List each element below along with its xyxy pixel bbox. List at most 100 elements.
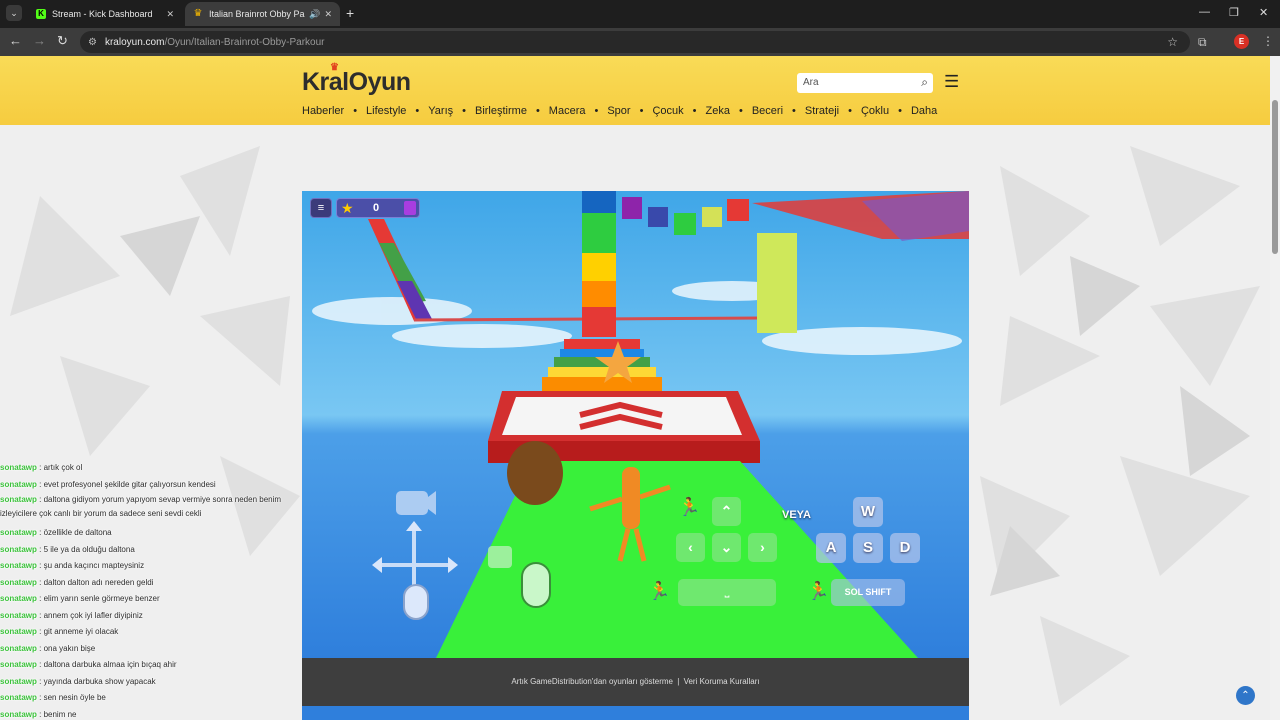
- chat-message: sonatawp : artık çok ol: [0, 460, 330, 477]
- nav-item[interactable]: Çocuk: [652, 105, 683, 117]
- gamedistribution-link[interactable]: Artık GameDistribution'dan oyunları göst…: [511, 677, 673, 686]
- sprint-icon: 🏃: [807, 581, 830, 601]
- chat-text: : benim ne: [39, 709, 77, 719]
- nav-separator: •: [535, 105, 540, 117]
- bookmark-star-icon[interactable]: ☆: [1167, 35, 1178, 49]
- minimize-icon[interactable]: —: [1199, 6, 1210, 18]
- close-icon[interactable]: ✕: [324, 9, 332, 20]
- nav-separator: •: [415, 105, 420, 117]
- nav-item[interactable]: Spor: [607, 105, 630, 117]
- chat-message: sonatawp : annem çok iyi lafler diyipini…: [0, 608, 330, 625]
- chat-username: sonatawp: [0, 479, 37, 489]
- restore-icon[interactable]: ❐: [1229, 6, 1239, 19]
- chat-username: sonatawp: [0, 495, 37, 504]
- forward-button[interactable]: →: [33, 34, 46, 48]
- privacy-link[interactable]: Veri Koruma Kuralları: [684, 677, 760, 686]
- nav-item[interactable]: Daha: [911, 105, 937, 117]
- s-key[interactable]: S: [853, 533, 883, 563]
- jump-icon: 🏃: [648, 581, 671, 601]
- search-input[interactable]: Ara ⌕: [797, 73, 933, 93]
- chat-message: sonatawp : şu anda kaçıncı mapteysiniz: [0, 558, 330, 575]
- close-icon[interactable]: ✕: [166, 9, 174, 20]
- chat-overlay: sonatawp : artık çok ol sonatawp : evet …: [0, 460, 330, 720]
- search-icon[interactable]: ⌕: [921, 75, 928, 90]
- nav-separator: •: [692, 105, 697, 117]
- chat-username: sonatawp: [0, 660, 37, 669]
- menu-search-icon[interactable]: ☰: [944, 73, 959, 91]
- browser-menu-icon[interactable]: ⋮: [1262, 34, 1274, 48]
- space-key[interactable]: ⎵: [678, 579, 776, 606]
- chat-text: : özellikle de daltona: [39, 528, 112, 537]
- tab-kick-dashboard[interactable]: K Stream - Kick Dashboard ✕: [28, 2, 182, 26]
- chat-username: sonatawp: [0, 528, 37, 537]
- arrow-up-key[interactable]: ⌃: [712, 497, 741, 526]
- chat-text: : annem çok iyi lafler diyipiniz: [39, 610, 143, 620]
- chat-username: sonatawp: [0, 544, 37, 554]
- page-scrollbar[interactable]: [1270, 56, 1280, 720]
- category-nav: Haberler • Lifestyle • Yarış • Birleştirme •…: [302, 105, 937, 117]
- chat-text: : git anneme iyi olacak: [39, 627, 119, 636]
- arrow-down-key[interactable]: ⌄: [712, 533, 741, 562]
- nav-item[interactable]: Birleştirme: [475, 105, 527, 117]
- w-key[interactable]: W: [853, 497, 883, 527]
- run-icon: 🏃: [678, 497, 701, 517]
- site-header: KralOyun ♛ Ara ⌕ ☰ Haberler • Lifestyle • …: [0, 56, 1270, 125]
- arrow-right-key[interactable]: ›: [748, 533, 777, 562]
- nav-item[interactable]: Strateji: [805, 105, 839, 117]
- scroll-top-button[interactable]: ⌃: [1236, 686, 1255, 705]
- speaker-icon[interactable]: 🔊: [309, 9, 320, 20]
- left-shift-key[interactable]: SOL SHIFT: [831, 579, 905, 606]
- chat-message: sonatawp : daltona gidiyom yorum yapıyom…: [0, 493, 320, 525]
- nav-separator: •: [462, 105, 466, 117]
- chat-username: sonatawp: [0, 709, 37, 719]
- chat-username: sonatawp: [0, 463, 37, 472]
- game-canvas[interactable]: ≡ ★ 0 ⌃ ‹ ⌄ › ⎵ 🏃 🏃 VEYA W A S D 🏃 SOL S…: [302, 191, 969, 658]
- search-placeholder: Ara: [803, 77, 819, 88]
- chat-message: sonatawp : evet profesyonel şekilde gita…: [0, 477, 330, 494]
- nav-separator: •: [792, 105, 796, 117]
- nav-item[interactable]: Macera: [549, 105, 586, 117]
- nav-item[interactable]: Beceri: [752, 105, 783, 117]
- nav-separator: •: [594, 105, 599, 117]
- character-icon[interactable]: [404, 201, 416, 215]
- chat-message: sonatawp : elim yarın senle görmeye benz…: [0, 591, 330, 608]
- nav-item[interactable]: Haberler: [302, 105, 344, 117]
- profile-avatar[interactable]: E: [1234, 34, 1249, 49]
- address-bar[interactable]: ⚙ kraloyun.com/Oyun/Italian-Brainrot-Obb…: [80, 31, 1190, 53]
- back-button[interactable]: ←: [9, 34, 22, 48]
- nav-separator: •: [353, 105, 358, 117]
- nav-item[interactable]: Çoklu: [861, 105, 889, 117]
- chat-message: sonatawp : daltona darbuka almaa için bı…: [0, 657, 330, 674]
- url-path: /Oyun/Italian-Brainrot-Obby-Parkour: [164, 36, 325, 48]
- nav-item[interactable]: Lifestyle: [366, 105, 406, 117]
- chat-message: sonatawp : dalton dalton adı nereden gel…: [0, 575, 330, 592]
- window-close-icon[interactable]: ✕: [1259, 6, 1268, 19]
- chat-username: sonatawp: [0, 627, 37, 636]
- site-info-icon[interactable]: ⚙: [88, 37, 97, 48]
- crown-icon: ♛: [330, 62, 339, 73]
- site-logo[interactable]: KralOyun ♛: [302, 62, 411, 97]
- game-bottom-bar: [302, 706, 969, 720]
- chat-text: : artık çok ol: [39, 463, 83, 472]
- chat-message: sonatawp : yayında darbuka show yapacak: [0, 674, 330, 691]
- logo-text: KralOyun: [302, 68, 411, 96]
- reload-button[interactable]: ↻: [57, 34, 68, 48]
- arrow-left-key[interactable]: ‹: [676, 533, 705, 562]
- nav-item[interactable]: Zeka: [706, 105, 730, 117]
- chat-text: : elim yarın senle görmeye benzer: [39, 594, 160, 603]
- star-counter: ★ 0: [336, 198, 420, 218]
- chat-username: sonatawp: [0, 594, 37, 603]
- scrollbar-thumb[interactable]: [1272, 100, 1278, 254]
- chat-message: sonatawp : git anneme iyi olacak: [0, 624, 330, 641]
- a-key[interactable]: A: [816, 533, 846, 563]
- chat-username: sonatawp: [0, 577, 37, 587]
- extensions-icon[interactable]: ⧉: [1198, 35, 1207, 50]
- tab-game[interactable]: ♛ Italian Brainrot Obby Parkour 🔊 ✕: [185, 2, 340, 26]
- nav-item[interactable]: Yarış: [428, 105, 453, 117]
- tab-search-button[interactable]: ⌄: [6, 5, 22, 21]
- game-menu-button[interactable]: ≡: [310, 198, 332, 218]
- d-key[interactable]: D: [890, 533, 920, 563]
- crown-icon: ♛: [193, 8, 203, 19]
- new-tab-button[interactable]: +: [346, 6, 354, 20]
- nav-separator: •: [848, 105, 852, 117]
